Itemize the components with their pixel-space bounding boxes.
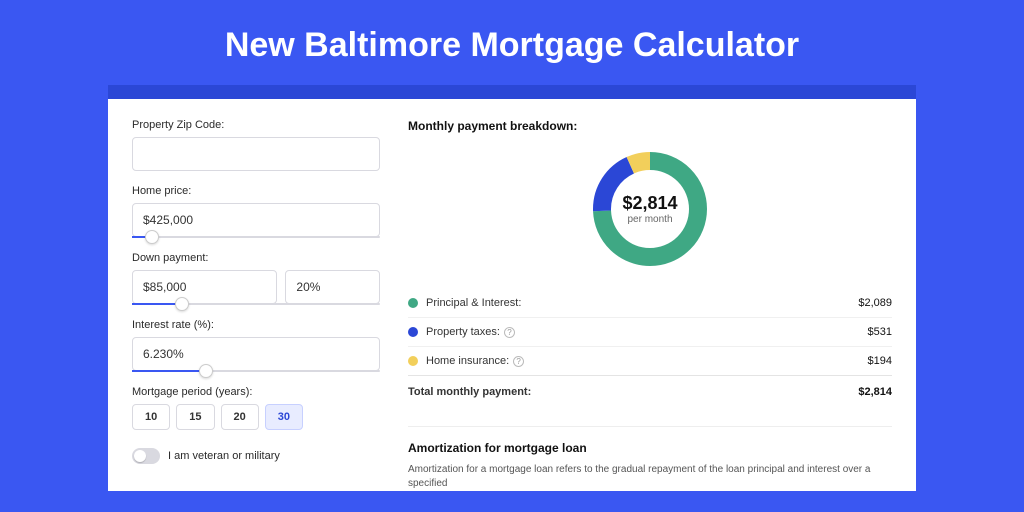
legend-value: $2,089 — [858, 297, 892, 309]
amortization-body: Amortization for a mortgage loan refers … — [408, 463, 892, 491]
period-pill-15[interactable]: 15 — [176, 404, 214, 430]
legend-row: Property taxes:?$531 — [408, 317, 892, 346]
breakdown-panel: Monthly payment breakdown: $2,814 per mo… — [408, 119, 892, 491]
period-pills: 1015 2030 — [132, 404, 380, 430]
down-percent-input[interactable] — [285, 270, 380, 304]
slider-thumb[interactable] — [145, 230, 159, 244]
rate-field: Interest rate (%): — [132, 319, 380, 372]
legend-dot — [408, 327, 418, 337]
legend-dot — [408, 298, 418, 308]
rate-label: Interest rate (%): — [132, 319, 380, 331]
down-field: Down payment: — [132, 252, 380, 305]
zip-input[interactable] — [132, 137, 380, 171]
donut-center: $2,814 per month — [588, 147, 712, 271]
legend-label: Principal & Interest: — [426, 297, 858, 309]
calculator-card: Property Zip Code: Home price: Down paym… — [108, 99, 916, 491]
veteran-label: I am veteran or military — [168, 450, 280, 462]
legend: Principal & Interest:$2,089Property taxe… — [408, 289, 892, 406]
rate-slider[interactable] — [132, 370, 380, 372]
amortization-section: Amortization for mortgage loan Amortizat… — [408, 426, 892, 491]
legend-row: Principal & Interest:$2,089 — [408, 289, 892, 317]
period-pill-10[interactable]: 10 — [132, 404, 170, 430]
legend-label: Property taxes:? — [426, 326, 868, 338]
period-pill-30[interactable]: 30 — [265, 404, 303, 430]
period-label: Mortgage period (years): — [132, 386, 380, 398]
page-title: New Baltimore Mortgage Calculator — [0, 0, 1024, 85]
legend-dot — [408, 356, 418, 366]
info-icon[interactable]: ? — [504, 327, 515, 338]
price-input[interactable] — [132, 203, 380, 237]
veteran-toggle[interactable] — [132, 448, 160, 464]
donut-wrap: $2,814 per month — [408, 147, 892, 271]
legend-value: $194 — [868, 355, 892, 367]
zip-label: Property Zip Code: — [132, 119, 380, 131]
slider-thumb[interactable] — [175, 297, 189, 311]
period-field: Mortgage period (years): 1015 2030 — [132, 386, 380, 430]
legend-value: $531 — [868, 326, 892, 338]
legend-label: Home insurance:? — [426, 355, 868, 367]
down-label: Down payment: — [132, 252, 380, 264]
info-icon[interactable]: ? — [513, 356, 524, 367]
price-field: Home price: — [132, 185, 380, 238]
donut-sub: per month — [627, 214, 672, 225]
down-slider[interactable] — [132, 303, 380, 305]
donut-chart: $2,814 per month — [588, 147, 712, 271]
content-band: Property Zip Code: Home price: Down paym… — [108, 85, 916, 491]
legend-row: Home insurance:?$194 — [408, 346, 892, 375]
form-panel: Property Zip Code: Home price: Down paym… — [132, 119, 380, 491]
legend-total-value: $2,814 — [858, 386, 892, 398]
price-slider[interactable] — [132, 236, 380, 238]
legend-total-row: Total monthly payment:$2,814 — [408, 375, 892, 406]
slider-thumb[interactable] — [199, 364, 213, 378]
down-amount-input[interactable] — [132, 270, 277, 304]
amortization-title: Amortization for mortgage loan — [408, 441, 892, 455]
zip-field: Property Zip Code: — [132, 119, 380, 171]
breakdown-title: Monthly payment breakdown: — [408, 119, 892, 133]
veteran-row: I am veteran or military — [132, 448, 380, 464]
rate-input[interactable] — [132, 337, 380, 371]
price-label: Home price: — [132, 185, 380, 197]
period-pill-20[interactable]: 20 — [221, 404, 259, 430]
legend-total-label: Total monthly payment: — [408, 386, 858, 398]
donut-amount: $2,814 — [622, 193, 677, 214]
